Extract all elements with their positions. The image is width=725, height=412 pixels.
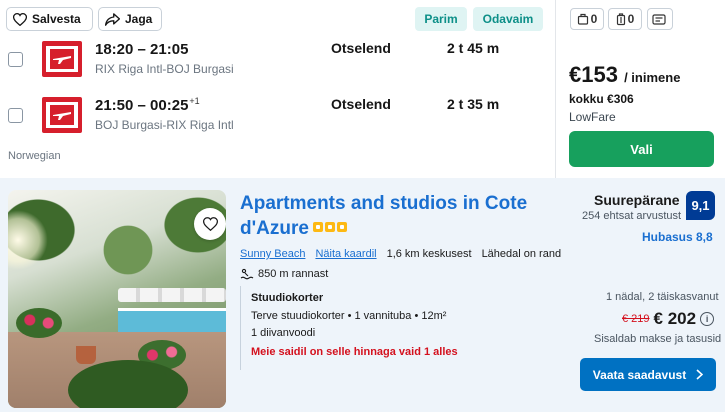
comfort-score: Hubasus 8,8 — [642, 230, 713, 244]
beach-distance: 850 m rannast — [258, 268, 329, 280]
show-on-map-link[interactable]: Näita kaardil — [315, 248, 376, 260]
location-row: Sunny Beach Näita kaardil 1,6 km keskuse… — [240, 248, 561, 260]
leg-duration: 2 t 45 m — [447, 40, 500, 56]
see-availability-button[interactable]: Vaata saadavust — [580, 358, 716, 391]
room-info: Stuudiokorter Terve stuudiokorter • 1 va… — [240, 286, 552, 370]
beach-icon — [240, 268, 254, 280]
share-icon — [105, 12, 120, 26]
room-type: Stuudiokorter — [251, 292, 324, 304]
fare-details-button[interactable] — [647, 8, 673, 30]
leg-route: BOJ Burgasi-RIX Riga Intl — [95, 118, 234, 132]
select-flight-button[interactable]: Vali — [569, 131, 714, 167]
hotel-result-card: Apartments and studios in Cote d'Azure S… — [0, 178, 725, 412]
carry-on-bag-icon — [577, 13, 588, 25]
flight-details: Salvesta Jaga Parim Odavaim 18:20 – 21:0… — [0, 0, 556, 178]
flight-price-panel: 0 0 €153 / inimene kokku €306 LowFare Va… — [557, 0, 725, 178]
room-beds: 1 diivanvoodi — [251, 327, 316, 339]
rating-label: Suurepärane — [594, 192, 680, 208]
ticket-icon — [652, 13, 666, 25]
old-price: € 219 — [622, 313, 650, 325]
leg-times: 18:20 – 21:05 — [95, 41, 189, 58]
leg-stops: Otselend — [331, 40, 391, 56]
plane-icon — [53, 56, 71, 64]
stay-length: 1 nädal, 2 täiskasvanut — [606, 291, 719, 303]
airline-logo — [42, 41, 82, 77]
share-label: Jaga — [125, 12, 153, 26]
checked-bag-count: 0 — [608, 8, 642, 30]
best-tag: Parim — [415, 7, 467, 31]
price-per-person: €153 / inimene — [569, 62, 681, 87]
leg-times: 21:50 – 00:25+1 — [95, 96, 200, 114]
checked-bag-icon — [616, 12, 625, 25]
hotel-title[interactable]: Apartments and studios in Cote d'Azure — [240, 191, 550, 241]
save-button[interactable]: Salvesta — [6, 7, 93, 31]
chevron-right-icon — [696, 369, 704, 380]
leg-duration: 2 t 35 m — [447, 96, 500, 112]
review-count[interactable]: 254 ehtsat arvustust — [582, 210, 681, 222]
price-total: kokku €306 — [569, 92, 634, 106]
star-icon — [324, 222, 335, 232]
star-icon — [312, 222, 323, 232]
star-rating — [312, 222, 349, 232]
info-icon[interactable]: i — [700, 312, 715, 326]
provider-name: LowFare — [569, 110, 616, 124]
beach-distance-row: 850 m rannast — [240, 268, 328, 280]
flight-leg-outbound: 18:20 – 21:05 RIX Riga Intl-BOJ Burgasi … — [0, 38, 556, 82]
flight-result-card: Salvesta Jaga Parim Odavaim 18:20 – 21:0… — [0, 0, 725, 178]
flight-leg-return: 21:50 – 00:25+1 BOJ Burgasi-RIX Riga Int… — [0, 94, 556, 138]
cheapest-tag: Odavaim — [473, 7, 543, 31]
current-price: € 202 — [653, 309, 697, 328]
hotel-price: € 219 € 202 i — [622, 309, 715, 329]
rating-score-badge: 9,1 — [686, 191, 715, 220]
leg-checkbox[interactable] — [8, 108, 23, 123]
leg-route: RIX Riga Intl-BOJ Burgasi — [95, 62, 234, 76]
operator-name: Norwegian — [8, 150, 61, 162]
area-link[interactable]: Sunny Beach — [240, 248, 305, 260]
beach-note: Lähedal on rand — [481, 248, 562, 260]
center-distance: 1,6 km keskusest — [386, 248, 472, 260]
heart-icon — [13, 12, 27, 26]
save-label: Salvesta — [32, 12, 81, 26]
share-button[interactable]: Jaga — [98, 7, 162, 31]
star-icon — [336, 222, 347, 232]
leg-stops: Otselend — [331, 96, 391, 112]
hotel-photo[interactable] — [8, 190, 226, 408]
room-details: Terve stuudiokorter • 1 vannituba • 12m² — [251, 310, 447, 322]
scarcity-message: Meie saidil on selle hinnaga vaid 1 alle… — [251, 346, 458, 358]
airline-logo — [42, 97, 82, 133]
favorite-button[interactable] — [194, 208, 226, 240]
tax-note: Sisaldab makse ja tasusid — [594, 333, 722, 345]
plane-icon — [53, 112, 71, 120]
leg-checkbox[interactable] — [8, 52, 23, 67]
heart-icon — [202, 217, 218, 231]
carry-on-bag-count: 0 — [570, 8, 604, 30]
